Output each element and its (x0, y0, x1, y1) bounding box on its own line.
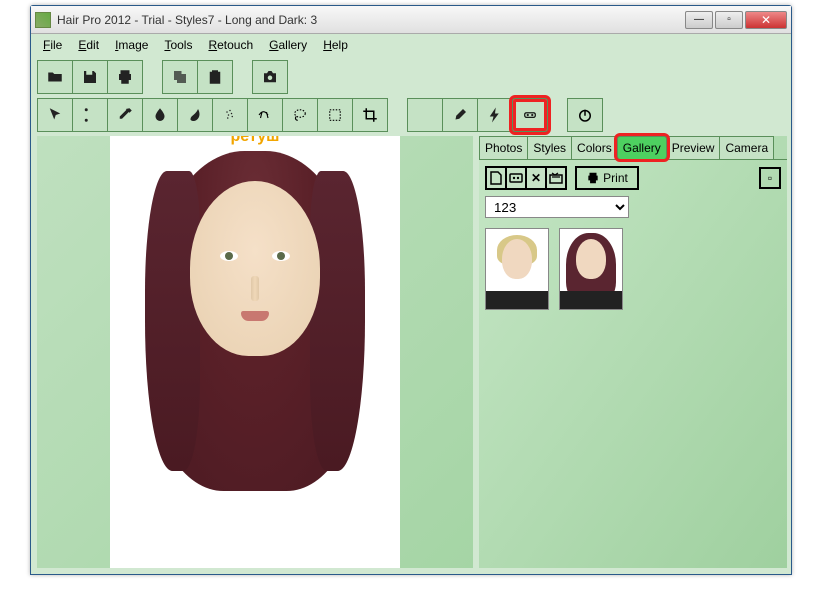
close-button[interactable]: ✕ (745, 11, 787, 29)
copy-button[interactable] (162, 60, 198, 94)
window-title: Hair Pro 2012 - Trial - Styles7 - Long a… (57, 13, 685, 27)
panel-print-button[interactable]: Print (575, 166, 639, 190)
minimize-button[interactable]: — (685, 11, 713, 29)
menu-file[interactable]: File (37, 36, 68, 54)
wand-tool[interactable] (407, 98, 443, 132)
panel-toolbar: ✕ Print ▫ (479, 160, 787, 196)
power-button[interactable] (567, 98, 603, 132)
print-icon (586, 171, 600, 185)
tape-tool[interactable] (512, 98, 548, 132)
new-gallery-button[interactable] (485, 166, 507, 190)
gallery-select-row: 123 (485, 196, 781, 218)
tab-gallery[interactable]: Gallery (617, 136, 667, 159)
save-gallery-button[interactable] (505, 166, 527, 190)
tab-styles[interactable]: Styles (527, 136, 572, 159)
expand-button[interactable]: ▫ (759, 167, 781, 189)
maximize-button[interactable]: ▫ (715, 11, 743, 29)
clear-button[interactable] (545, 166, 567, 190)
tab-bar: Photos Styles Colors Gallery Preview Cam… (479, 136, 787, 160)
smudge-tool[interactable] (177, 98, 213, 132)
panel-print-label: Print (603, 171, 628, 185)
content-area: ретуш Photos Styles Colors Gallery Previ… (31, 136, 791, 574)
tab-preview[interactable]: Preview (666, 136, 721, 159)
side-panel: Photos Styles Colors Gallery Preview Cam… (479, 136, 787, 568)
crop-tool[interactable] (352, 98, 388, 132)
toolbar-row-1 (31, 56, 791, 96)
menu-help[interactable]: Help (317, 36, 354, 54)
gallery-dropdown[interactable]: 123 (485, 196, 629, 218)
eyedropper-tool[interactable] (107, 98, 143, 132)
thumbnail-1[interactable] (485, 228, 549, 310)
tab-photos[interactable]: Photos (479, 136, 528, 159)
app-icon (35, 12, 51, 28)
pointer-tool[interactable] (37, 98, 73, 132)
spray-tool[interactable] (212, 98, 248, 132)
thumbnail-list (479, 224, 787, 314)
toolbar-row-2 (31, 96, 791, 136)
menu-tools[interactable]: Tools (158, 36, 198, 54)
menu-edit[interactable]: Edit (72, 36, 105, 54)
hairline-tool[interactable] (247, 98, 283, 132)
menubar: File Edit Image Tools Retouch Gallery He… (31, 34, 791, 56)
blur-tool[interactable] (142, 98, 178, 132)
tab-camera[interactable]: Camera (719, 136, 774, 159)
menu-image[interactable]: Image (109, 36, 154, 54)
paste-button[interactable] (197, 60, 233, 94)
main-photo: ретуш (110, 136, 400, 568)
scissors-tool[interactable] (72, 98, 108, 132)
titlebar[interactable]: Hair Pro 2012 - Trial - Styles7 - Long a… (31, 6, 791, 34)
thumbnail-2[interactable] (559, 228, 623, 310)
open-button[interactable] (37, 60, 73, 94)
tab-colors[interactable]: Colors (571, 136, 618, 159)
camera-button[interactable] (252, 60, 288, 94)
watermark: ретуш (231, 136, 280, 146)
print-button[interactable] (107, 60, 143, 94)
save-button[interactable] (72, 60, 108, 94)
brush-tool[interactable] (442, 98, 478, 132)
menu-gallery[interactable]: Gallery (263, 36, 313, 54)
canvas[interactable]: ретуш (37, 136, 473, 568)
delete-button[interactable]: ✕ (525, 166, 547, 190)
lasso-tool[interactable] (282, 98, 318, 132)
flash-tool[interactable] (477, 98, 513, 132)
app-window: Hair Pro 2012 - Trial - Styles7 - Long a… (30, 5, 792, 575)
menu-retouch[interactable]: Retouch (202, 36, 259, 54)
marquee-tool[interactable] (317, 98, 353, 132)
